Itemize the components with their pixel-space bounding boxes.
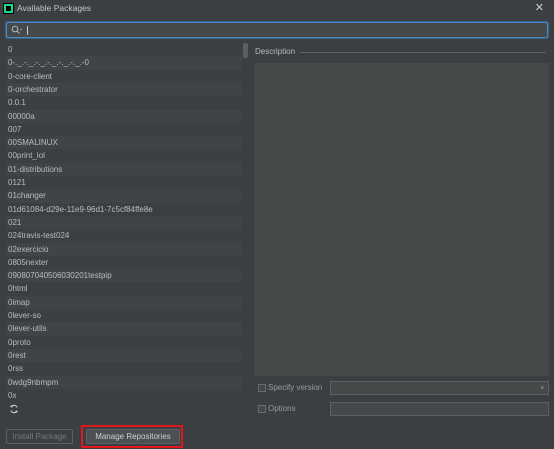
list-item[interactable]: 0121 [6,176,242,189]
list-item[interactable]: 024travis-test024 [6,229,242,242]
list-item[interactable]: 0imap [6,295,242,309]
list-item[interactable]: 0x [6,389,242,401]
list-item[interactable]: 00000a [6,109,242,123]
close-button[interactable]: ✕ [535,2,544,14]
search-input[interactable] [29,24,529,36]
list-item[interactable]: 0-core-client [6,70,242,83]
list-item[interactable]: 0805nexter [6,256,242,269]
specify-version-label: Specify version [268,383,323,392]
options-label: Options [268,404,296,413]
list-item[interactable]: 01-distributions [6,162,242,176]
list-item[interactable]: 0rss [6,362,242,375]
list-item[interactable]: 090807040506030201testpip [6,269,242,283]
description-divider [300,52,546,53]
pycharm-icon [3,3,14,14]
chevron-down-icon: ▾ [540,385,544,392]
title-bar: Available Packages ✕ [0,0,554,18]
list-item[interactable]: 00SMALINUX [6,136,242,150]
description-panel: Description [254,43,549,376]
search-icon[interactable] [11,25,23,35]
version-dropdown[interactable]: ▾ [330,381,549,395]
list-item[interactable]: 0wdg9nbmpm [6,375,242,389]
list-item[interactable]: 00print_lol [6,149,242,162]
package-list[interactable]: 0 0-._.-._.-._.-._.-._.-._.-0 0-core-clien… [6,43,249,401]
specify-version-checkbox[interactable] [258,384,266,392]
options-checkbox[interactable] [258,405,266,413]
options-field[interactable] [330,402,549,416]
list-item[interactable]: 007 [6,123,242,136]
window-title: Available Packages [17,3,92,13]
list-item[interactable]: 01d61084-d29e-11e9-96d1-7c5cf84ffe8e [6,203,242,216]
list-item[interactable]: 02exercicio [6,242,242,256]
description-text [254,63,549,376]
list-item[interactable]: 0-._.-._.-._.-._.-._.-._.-0 [6,56,242,70]
search-box[interactable] [6,22,548,38]
list-item[interactable]: 0.0.1 [6,96,242,109]
list-item[interactable]: 0html [6,282,242,295]
refresh-icon[interactable] [9,404,19,414]
list-item[interactable]: 0lever-so [6,309,242,322]
list-item[interactable]: 0 [6,43,242,56]
manage-repositories-button[interactable]: Manage Repositories [86,429,180,444]
list-scrollbar[interactable] [243,43,248,58]
install-package-button[interactable]: Install Package [6,429,73,444]
list-item[interactable]: 021 [6,215,242,230]
description-header: Description [254,43,549,61]
list-item[interactable]: 0proto [6,336,242,349]
description-label: Description [255,47,296,56]
list-item[interactable]: 0lever-utils [6,322,242,336]
list-item[interactable]: 0rest [6,348,242,363]
list-item[interactable]: 0-orchestrator [6,82,242,97]
list-item[interactable]: 01changer [6,189,242,203]
text-caret [27,26,28,35]
